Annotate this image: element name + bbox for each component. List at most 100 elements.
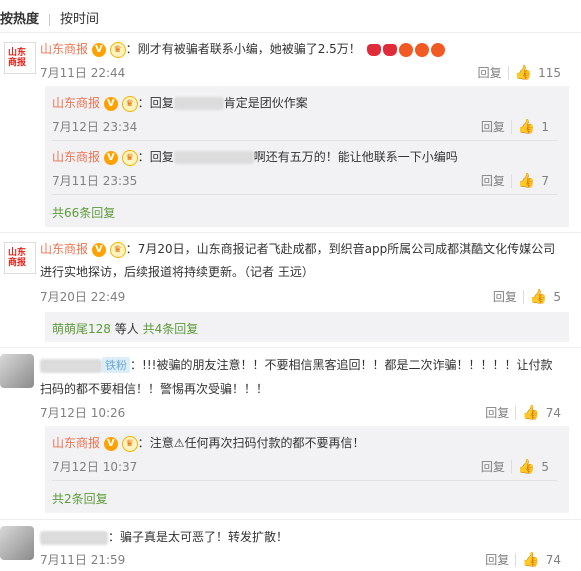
- comment-time: 7月12日 10:26: [40, 406, 126, 420]
- like-count: 115: [538, 65, 561, 80]
- broken-heart-icon: [382, 43, 397, 56]
- avatar[interactable]: [0, 526, 34, 560]
- comment-text: !!!被骗的朋友注意！！不要相信黑客追回！！都是二次诈骗！！！！！让付款: [142, 358, 553, 372]
- reply-button[interactable]: 回复: [485, 551, 509, 568]
- thumbs-up-icon[interactable]: 👍: [518, 459, 535, 475]
- verified-icon: V: [103, 96, 118, 111]
- action-divider: [507, 65, 509, 80]
- reply-username[interactable]: 山东商报: [52, 150, 100, 164]
- thumbs-up-active-icon[interactable]: 👍: [530, 289, 547, 305]
- like-count: 5: [553, 289, 561, 304]
- comment-text: 骗子真是太可恶了！转发扩散！: [120, 530, 289, 544]
- logo-text: 山东商报: [8, 46, 32, 70]
- like-count: 1: [541, 119, 549, 134]
- fans-badge: 铁粉: [102, 357, 130, 373]
- reply-time: 7月12日 10:37: [52, 460, 138, 474]
- angry-face-icon: [398, 42, 413, 57]
- more-replies-link[interactable]: 共66条回复: [52, 204, 115, 221]
- comment-actions: 回复 👍 74: [485, 551, 561, 568]
- logo-text: 山东商报: [8, 246, 32, 270]
- angry-face-icon: [430, 42, 445, 57]
- divider: [52, 194, 557, 195]
- reply-text: 肯定是团伙作案: [223, 96, 308, 110]
- comment-time: 7月20日 22:49: [40, 290, 126, 304]
- verified-icon: V: [103, 436, 118, 451]
- member-icon: ♛: [109, 241, 126, 258]
- reply-line: 山东商报 V ♛ ：注意⚠任何再次扫码付款的都不要再信！: [52, 435, 365, 452]
- divider: [52, 140, 557, 141]
- reply-2-line: 山东商报 V ♛ ：回复 啊还有五万的！能让他联系一下小编吗: [52, 149, 458, 166]
- blurred-username: [40, 530, 108, 545]
- more-replies: 萌萌尾128 等人 共4条回复: [52, 320, 198, 337]
- blurred-username: [40, 358, 102, 373]
- reply-time: 7月12日 23:34: [52, 120, 138, 134]
- more-replies-link[interactable]: 共2条回复: [52, 490, 108, 507]
- comment-1-line: 山东商报 V ♛ ：刚才有被骗者联系小编，她被骗了2.5万！: [40, 40, 445, 58]
- reply-text: 注意⚠任何再次扫码付款的都不要再信！: [149, 436, 365, 450]
- more-mid-text: 等人: [114, 322, 139, 336]
- tab-divider: [49, 13, 51, 26]
- reply-username[interactable]: 山东商报: [52, 436, 100, 450]
- comment-text: 刚才有被骗者联系小编，她被骗了2.5万！: [137, 42, 361, 56]
- reply-button[interactable]: 回复: [481, 172, 505, 189]
- action-divider: [510, 459, 512, 474]
- avatar[interactable]: 山东商报: [4, 42, 36, 74]
- like-count: 5: [541, 459, 549, 474]
- avatar[interactable]: 山东商报: [4, 242, 36, 274]
- blurred-username: [173, 151, 254, 164]
- more-replies-link[interactable]: 共4条回复: [143, 322, 199, 336]
- reply-user-link[interactable]: 萌萌尾128: [52, 322, 111, 336]
- comment-username[interactable]: 山东商报: [40, 242, 88, 256]
- comment-3-line: 铁粉 ：!!!被骗的朋友注意！！不要相信黑客追回！！都是二次诈骗！！！！！让付款: [40, 356, 552, 373]
- comment-2-line: 山东商报 V ♛ ：7月20日，山东商报记者飞赴成都，到织音app所属公司成都淇酷…: [40, 241, 556, 258]
- divider: [0, 232, 581, 233]
- action-divider: [515, 405, 517, 420]
- reply-button[interactable]: 回复: [485, 404, 509, 421]
- comment-actions: 回复 👍 115: [478, 64, 561, 81]
- thumbs-up-active-icon[interactable]: 👍: [522, 405, 539, 421]
- avatar[interactable]: [0, 354, 34, 388]
- comment-actions: 回复 👍 5: [493, 288, 561, 305]
- reply-time: 7月11日 23:35: [52, 174, 138, 188]
- comment-4-line: ：骗子真是太可恶了！转发扩散！: [40, 528, 288, 545]
- verified-icon: V: [91, 242, 106, 257]
- comment-username[interactable]: 山东商报: [40, 42, 88, 56]
- comment-text-cont: 进行实地探访，后续报道将持续更新。（记者 王远）: [40, 265, 314, 279]
- action-divider: [510, 173, 512, 188]
- thumbs-up-icon[interactable]: 👍: [518, 119, 535, 135]
- divider: [52, 480, 557, 481]
- angry-face-icon: [414, 42, 429, 57]
- divider: [0, 347, 581, 348]
- member-icon: ♛: [121, 435, 138, 452]
- tab-hot[interactable]: 按热度: [0, 8, 39, 27]
- verified-icon: V: [103, 150, 118, 165]
- thumbs-up-icon[interactable]: 👍: [515, 65, 532, 81]
- reply-button[interactable]: 回复: [481, 118, 505, 135]
- comment-text: 7月20日，山东商报记者飞赴成都，到织音app所属公司成都淇酷文化传媒公司: [137, 242, 556, 256]
- sort-tabs: 按热度 按时间: [0, 8, 113, 27]
- reply-prefix: 回复: [149, 150, 174, 164]
- action-divider: [510, 119, 512, 134]
- reply-username[interactable]: 山东商报: [52, 96, 100, 110]
- verified-icon: V: [91, 42, 106, 57]
- thumbs-up-active-icon[interactable]: 👍: [522, 552, 539, 568]
- reply-button[interactable]: 回复: [493, 288, 517, 305]
- tab-time[interactable]: 按时间: [60, 8, 99, 27]
- member-icon: ♛: [121, 95, 138, 112]
- divider: [0, 32, 581, 33]
- thumbs-up-icon[interactable]: 👍: [518, 173, 535, 189]
- comment-time: 7月11日 22:44: [40, 66, 126, 80]
- action-divider: [522, 289, 524, 304]
- broken-heart-icon: [366, 43, 381, 56]
- action-divider: [515, 552, 517, 567]
- reply-button[interactable]: 回复: [478, 64, 502, 81]
- member-icon: ♛: [121, 149, 138, 166]
- like-count: 74: [545, 405, 561, 420]
- reply-1-line: 山东商报 V ♛ ：回复 肯定是团伙作案: [52, 95, 308, 112]
- like-count: 74: [545, 552, 561, 567]
- comment-text-cont: 扫码的都不要相信！！警惕再次受骗！！！: [40, 382, 269, 396]
- comment-time: 7月11日 21:59: [40, 553, 126, 567]
- reply-actions: 回复 👍 7: [481, 172, 549, 189]
- member-icon: ♛: [109, 41, 126, 58]
- reply-button[interactable]: 回复: [481, 458, 505, 475]
